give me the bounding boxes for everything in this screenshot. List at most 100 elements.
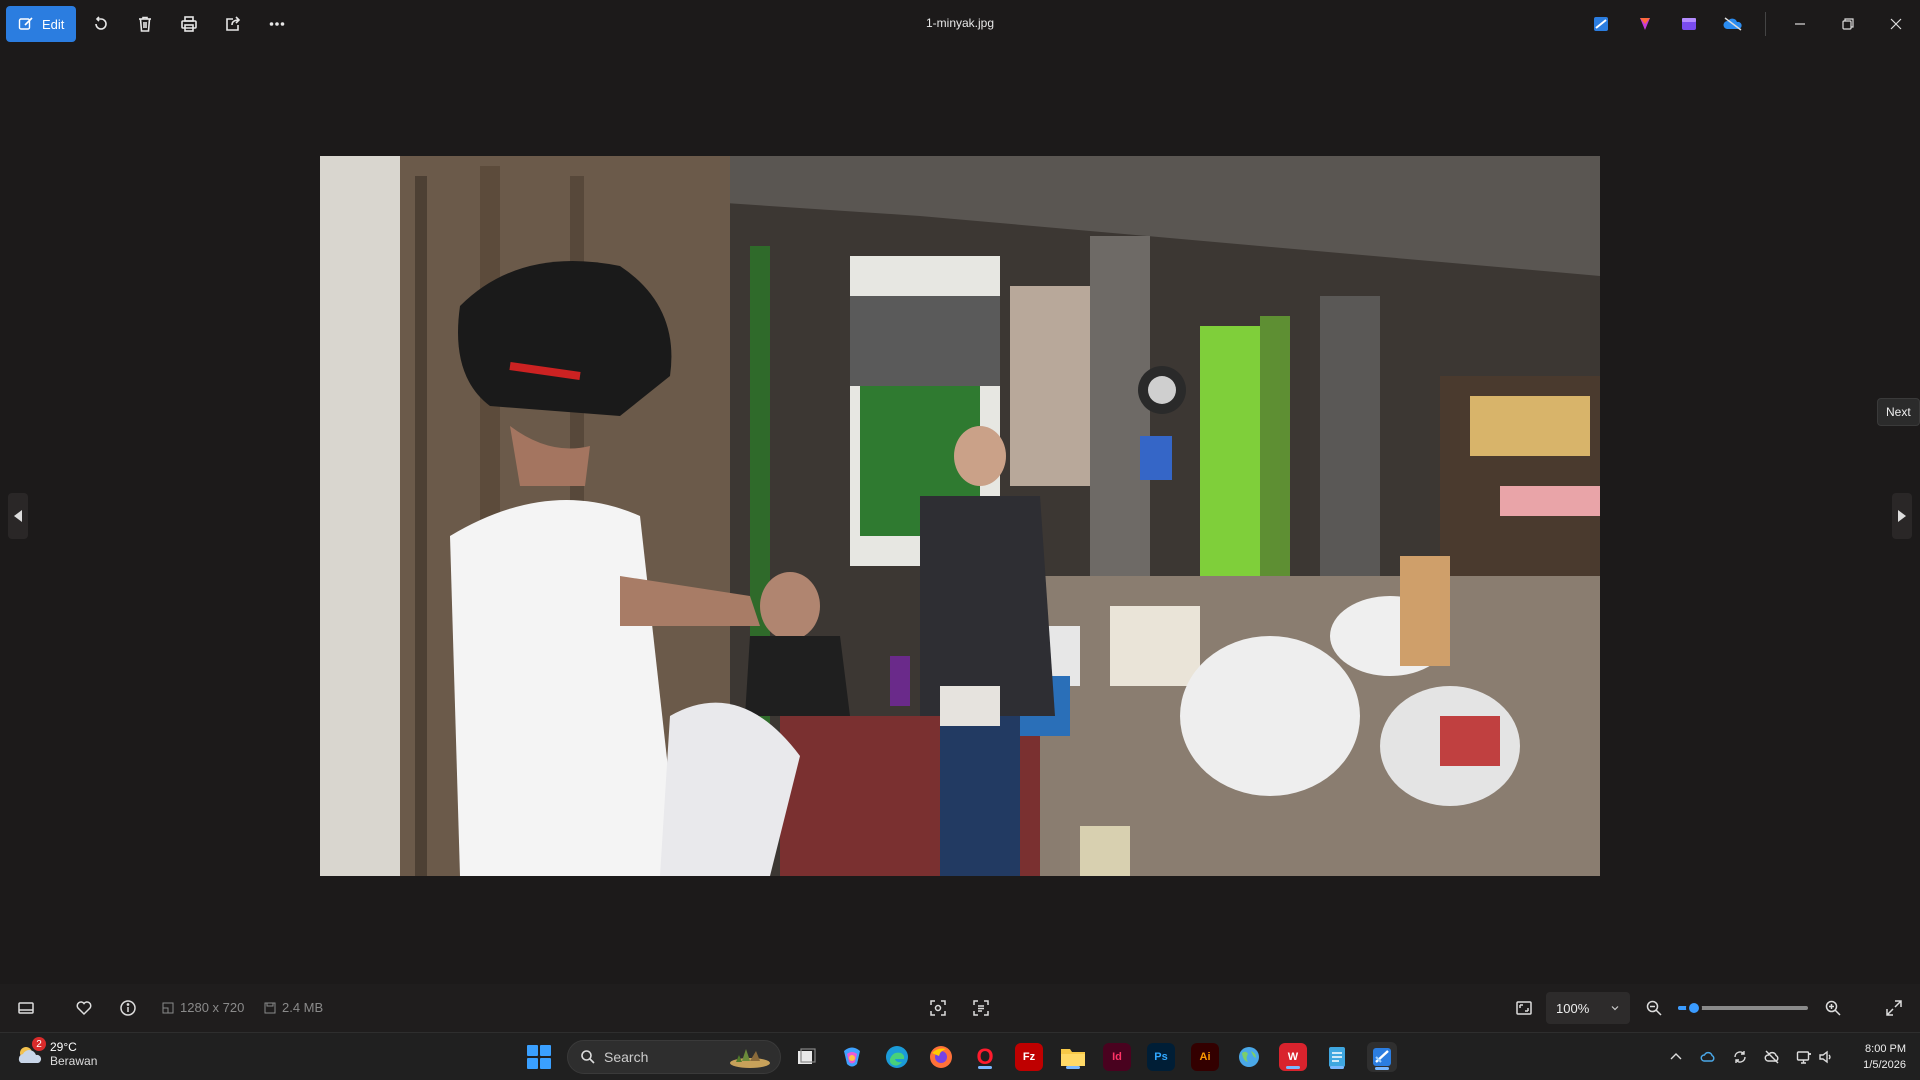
print-button[interactable] <box>170 6 208 42</box>
zoom-level-dropdown[interactable]: 100% <box>1546 992 1630 1024</box>
notepad-icon[interactable] <box>1323 1043 1351 1071</box>
sync-tray-icon[interactable] <box>1730 1047 1750 1067</box>
cloud-off-tray-icon[interactable] <box>1762 1047 1782 1067</box>
expand-icon <box>1886 1000 1902 1016</box>
zoom-slider[interactable] <box>1678 1000 1808 1016</box>
network-tray-icon[interactable] <box>1794 1047 1814 1067</box>
indesign-icon[interactable]: Id <box>1103 1043 1131 1071</box>
weather-badge: 2 <box>32 1037 46 1051</box>
close-button[interactable] <box>1872 0 1920 48</box>
favorite-button[interactable] <box>68 992 100 1024</box>
restore-button[interactable] <box>1824 0 1872 48</box>
globe-app-icon[interactable] <box>1235 1043 1263 1071</box>
edit-label: Edit <box>42 16 65 32</box>
minimize-button[interactable] <box>1776 0 1824 48</box>
cloud-off-icon <box>1764 1050 1779 1064</box>
volume-tray-icon[interactable] <box>1816 1047 1836 1067</box>
filmstrip-button[interactable] <box>10 992 42 1024</box>
close-icon <box>1890 18 1902 30</box>
onedrive-tray-icon[interactable] <box>1698 1047 1718 1067</box>
chevron-down-icon <box>1611 1006 1619 1011</box>
photoshop-icon[interactable]: Ps <box>1147 1043 1175 1071</box>
bottom-bar: 1280 x 720 2.4 MB 100% <box>0 984 1920 1032</box>
filmstrip-icon <box>18 1002 34 1014</box>
printer-icon <box>181 16 198 32</box>
taskbar: 2 29°C Berawan Search O Fz Id Ps Ai W 8:… <box>0 1032 1920 1080</box>
zoom-level-text: 100% <box>1556 1000 1590 1016</box>
windows-logo-tile <box>527 1045 538 1056</box>
minimize-icon <box>1795 23 1805 25</box>
running-indicator <box>978 1066 992 1069</box>
fit-to-window-button[interactable] <box>1508 992 1540 1024</box>
opera-icon[interactable]: O <box>971 1043 999 1071</box>
divider <box>1765 12 1766 36</box>
zoom-out-icon <box>1646 1000 1662 1016</box>
file-explorer-icon[interactable] <box>1059 1043 1087 1071</box>
wps-icon[interactable]: W <box>1279 1043 1307 1071</box>
onedrive-off-icon[interactable] <box>1718 9 1748 39</box>
file-size-text: 2.4 MB <box>282 1000 324 1015</box>
zoom-out-button[interactable] <box>1638 992 1670 1024</box>
chevron-up-icon <box>1670 1053 1682 1060</box>
running-indicator <box>1330 1066 1344 1069</box>
photos-app-icon[interactable] <box>1586 9 1616 39</box>
windows-logo-tile <box>540 1058 551 1069</box>
title-bar: Edit 1-minyak.jpg <box>0 0 1920 48</box>
copilot-icon[interactable] <box>838 1043 866 1071</box>
edge-icon[interactable] <box>883 1043 911 1071</box>
running-indicator <box>1286 1066 1300 1069</box>
photos-icon[interactable] <box>1367 1042 1397 1072</box>
image-dimensions: 1280 x 720 <box>162 1000 244 1015</box>
cloud-icon <box>1700 1051 1715 1062</box>
designer-app-icon[interactable] <box>1630 9 1660 39</box>
taskbar-clock[interactable]: 8:00 PM 1/5/2026 <box>1863 1041 1906 1073</box>
task-view-icon[interactable] <box>792 1043 820 1071</box>
delete-button[interactable] <box>126 6 164 42</box>
edit-button[interactable]: Edit <box>6 6 77 42</box>
photoshop-glyph: Ps <box>1154 1051 1168 1063</box>
rotate-icon <box>95 16 108 30</box>
weather-temp: 29°C <box>50 1040 77 1054</box>
wps-glyph: W <box>1287 1051 1299 1063</box>
text-scan-icon <box>973 1000 989 1016</box>
rotate-button[interactable] <box>82 6 120 42</box>
speaker-icon <box>1819 1050 1831 1064</box>
show-hidden-icons-button[interactable] <box>1666 1047 1686 1067</box>
caret-right-icon <box>1898 510 1906 522</box>
photo-viewer-image[interactable] <box>320 156 1600 876</box>
running-indicator <box>1375 1067 1389 1070</box>
filezilla-icon[interactable]: Fz <box>1015 1043 1043 1071</box>
illustrator-icon[interactable]: Ai <box>1191 1043 1219 1071</box>
extract-text-button[interactable] <box>965 992 997 1024</box>
weather-desc: Berawan <box>50 1054 98 1068</box>
search-placeholder: Search <box>604 1049 649 1065</box>
edit-icon <box>18 17 33 30</box>
weather-icon-wrap: 2 <box>14 1037 46 1069</box>
more-options-button[interactable] <box>258 6 296 42</box>
start-button[interactable] <box>527 1045 551 1069</box>
filezilla-glyph: Fz <box>1022 1051 1036 1063</box>
info-icon <box>120 1000 136 1016</box>
share-button[interactable] <box>214 6 252 42</box>
search-icon <box>581 1050 595 1064</box>
trash-icon <box>139 16 152 32</box>
full-screen-button[interactable] <box>1878 992 1910 1024</box>
windows-logo-tile <box>527 1058 538 1069</box>
heart-icon <box>76 1001 92 1016</box>
clock-time: 8:00 PM <box>1865 1043 1906 1055</box>
previous-image-button[interactable] <box>8 493 28 539</box>
taskbar-search[interactable]: Search <box>567 1040 781 1074</box>
weather-widget[interactable]: 2 29°C Berawan <box>14 1037 98 1069</box>
clipchamp-app-icon[interactable] <box>1674 9 1704 39</box>
visual-search-button[interactable] <box>922 992 954 1024</box>
share-icon <box>226 16 241 31</box>
file-size: 2.4 MB <box>264 1000 323 1015</box>
next-image-button[interactable] <box>1892 493 1912 539</box>
search-highlight-icon <box>730 1049 770 1068</box>
zoom-slider-thumb[interactable] <box>1685 1000 1702 1016</box>
caret-left-icon <box>14 510 22 522</box>
zoom-in-button[interactable] <box>1817 992 1849 1024</box>
file-info-button[interactable] <box>112 992 144 1024</box>
firefox-icon[interactable] <box>927 1043 955 1071</box>
window-controls <box>1579 0 1920 48</box>
